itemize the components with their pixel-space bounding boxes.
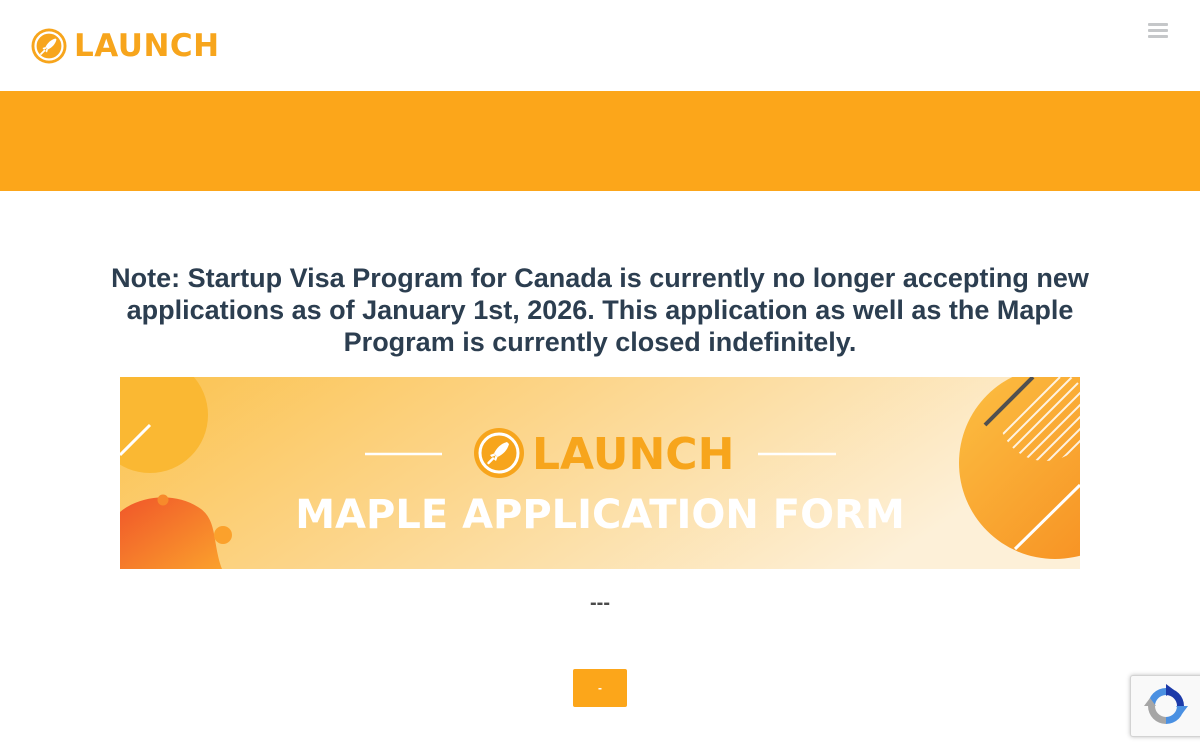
logo-wordmark: LAUNCH	[74, 28, 220, 64]
menu-bar	[1148, 23, 1168, 26]
site-header: LAUNCH	[0, 0, 1200, 91]
maple-application-banner: LAUNCH MAPLE APPLICATION FORM	[120, 377, 1080, 569]
menu-bar	[1148, 35, 1168, 38]
recaptcha-icon	[1144, 684, 1188, 724]
recaptcha-badge[interactable]	[1130, 675, 1200, 737]
separator-text: ---	[590, 592, 610, 614]
hamburger-menu-icon[interactable]	[1148, 22, 1168, 39]
banner-rocket-icon	[474, 428, 524, 478]
banner-logo-wordmark: LAUNCH	[532, 429, 734, 480]
submit-button[interactable]: -	[573, 669, 627, 707]
banner-title: MAPLE APPLICATION FORM	[295, 492, 905, 538]
page-title-bar	[0, 91, 1200, 191]
menu-bar	[1148, 29, 1168, 32]
rocket-icon	[31, 28, 67, 64]
closure-notice: Note: Startup Visa Program for Canada is…	[111, 263, 1089, 357]
site-logo[interactable]: LAUNCH	[30, 27, 220, 65]
